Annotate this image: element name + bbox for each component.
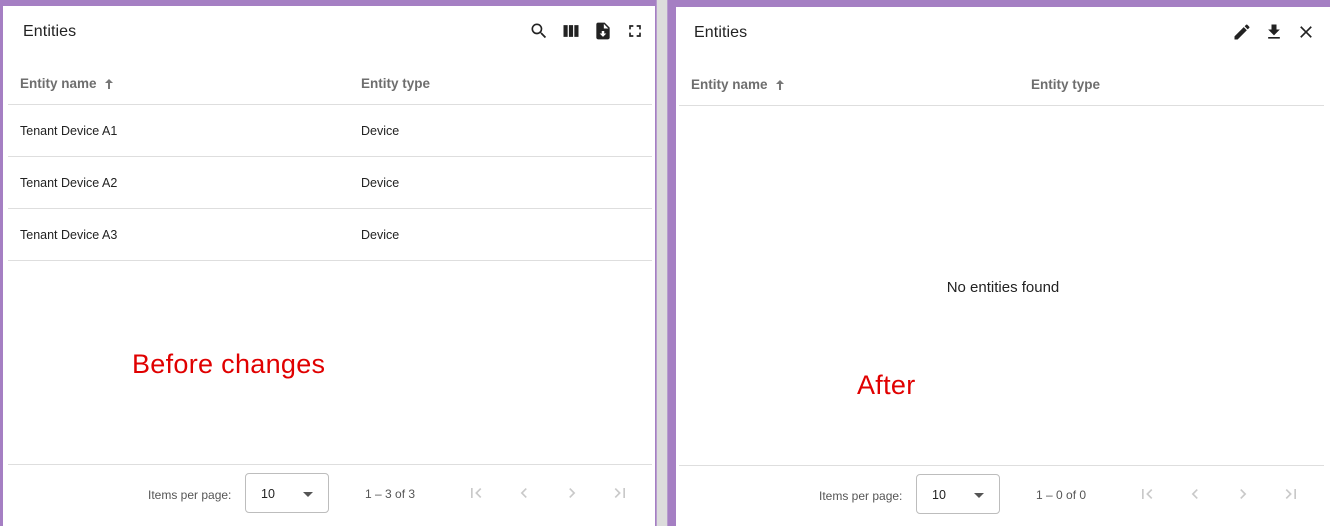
entity-type-column-header[interactable]: Entity type bbox=[361, 76, 430, 91]
sort-ascending-icon bbox=[103, 78, 115, 90]
annotation-after: After bbox=[857, 370, 916, 400]
first-page-icon[interactable] bbox=[464, 481, 488, 505]
empty-state-message: No entities found bbox=[946, 279, 1060, 296]
dropdown-arrow-icon bbox=[303, 492, 313, 497]
column-header-label: Entity name bbox=[20, 76, 97, 91]
next-page-icon[interactable] bbox=[1231, 482, 1255, 506]
widget-header: Entities bbox=[3, 6, 655, 56]
entity-type-cell: Device bbox=[361, 176, 400, 190]
previous-page-icon[interactable] bbox=[1183, 482, 1207, 506]
previous-page-icon[interactable] bbox=[512, 481, 536, 505]
table-row[interactable]: Tenant Device A3 Device bbox=[8, 209, 652, 261]
next-page-icon[interactable] bbox=[560, 481, 584, 505]
page-range-label: 1 – 0 of 0 bbox=[1036, 488, 1087, 502]
export-file-icon[interactable] bbox=[591, 19, 615, 43]
dropdown-arrow-icon bbox=[974, 493, 984, 498]
entity-name-column-header[interactable]: Entity name bbox=[20, 76, 115, 91]
page-size-value: 10 bbox=[932, 488, 946, 502]
entity-name-cell: Tenant Device A3 bbox=[20, 228, 118, 242]
annotation-before: Before changes bbox=[132, 349, 326, 379]
entity-name-cell: Tenant Device A1 bbox=[20, 124, 118, 138]
download-icon[interactable] bbox=[1262, 20, 1286, 44]
page-size-value: 10 bbox=[261, 487, 275, 501]
columns-icon[interactable] bbox=[559, 19, 583, 43]
widget-title: Entities bbox=[694, 24, 748, 41]
edit-icon[interactable] bbox=[1230, 20, 1254, 44]
search-icon[interactable] bbox=[527, 19, 551, 43]
page-size-select[interactable]: 10 bbox=[916, 474, 1000, 514]
page-range-label: 1 – 3 of 3 bbox=[365, 487, 416, 501]
first-page-icon[interactable] bbox=[1135, 482, 1159, 506]
widget-header: Entities bbox=[676, 7, 1330, 57]
table-row[interactable]: Tenant Device A1 Device bbox=[8, 105, 652, 157]
entity-name-cell: Tenant Device A2 bbox=[20, 176, 118, 190]
entities-widget-before: Entities Entity name Entity type Tenant … bbox=[3, 6, 655, 526]
close-icon[interactable] bbox=[1294, 20, 1318, 44]
last-page-icon[interactable] bbox=[1279, 482, 1303, 506]
entity-name-column-header[interactable]: Entity name bbox=[691, 77, 786, 92]
items-per-page-label: Items per page: bbox=[819, 489, 903, 503]
page-size-select[interactable]: 10 bbox=[245, 473, 329, 513]
table-row[interactable]: Tenant Device A2 Device bbox=[8, 157, 652, 209]
column-header-label: Entity type bbox=[1031, 77, 1101, 92]
split-divider bbox=[656, 0, 668, 526]
fullscreen-icon[interactable] bbox=[623, 19, 647, 43]
column-header-label: Entity type bbox=[361, 76, 431, 91]
items-per-page-label: Items per page: bbox=[148, 488, 232, 502]
paginator: Items per page: 10 1 – 3 of 3 bbox=[8, 464, 652, 526]
column-header-label: Entity name bbox=[691, 77, 768, 92]
last-page-icon[interactable] bbox=[608, 481, 632, 505]
entity-type-cell: Device bbox=[361, 124, 400, 138]
paginator: Items per page: 10 1 – 0 of 0 bbox=[679, 465, 1324, 526]
entities-widget-after: Entities Entity name Entity type No enti… bbox=[676, 7, 1330, 526]
table-header: Entity name Entity type bbox=[679, 57, 1324, 106]
widget-title: Entities bbox=[23, 23, 77, 40]
sort-ascending-icon bbox=[774, 79, 786, 91]
entity-type-cell: Device bbox=[361, 228, 400, 242]
table-header: Entity name Entity type bbox=[8, 56, 652, 105]
entity-type-column-header[interactable]: Entity type bbox=[1031, 77, 1100, 92]
